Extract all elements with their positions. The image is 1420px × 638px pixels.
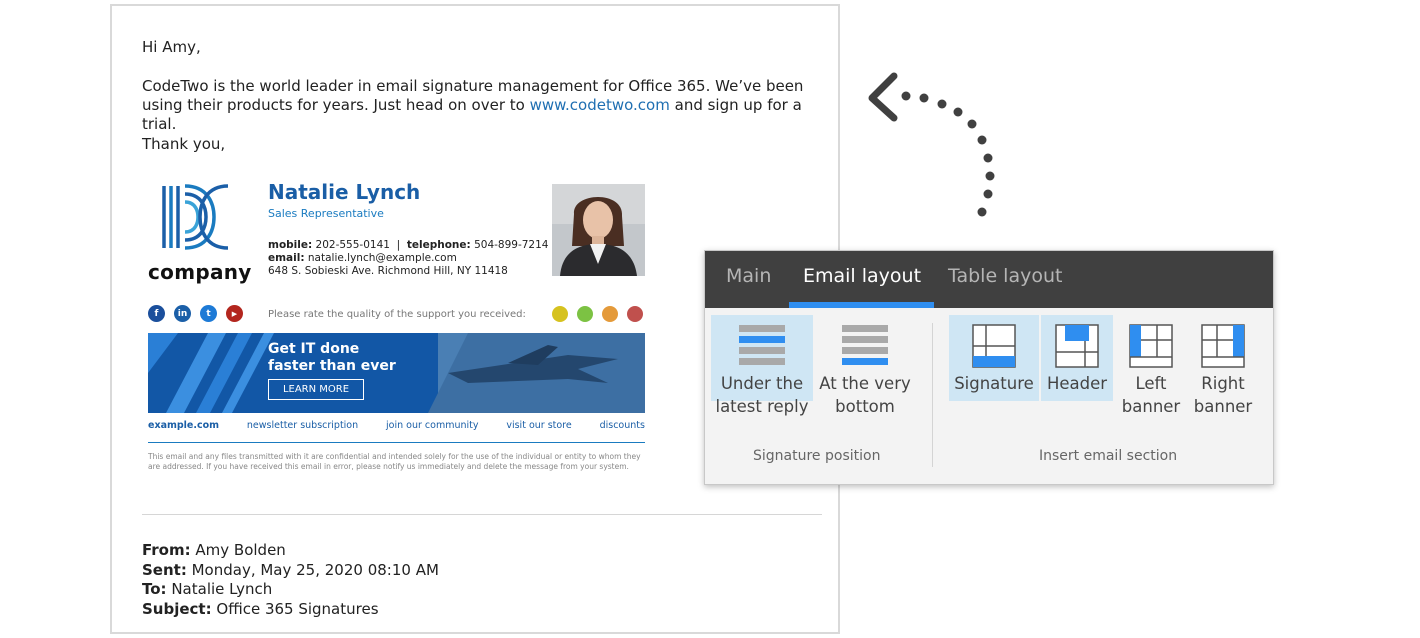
email-greeting: Hi Amy, [142,38,201,56]
company-logo-word: company [148,260,252,284]
twitter-icon[interactable]: t [200,305,217,322]
learn-more-button[interactable]: LEARN MORE [268,379,364,400]
insert-signature-button[interactable]: Signature [949,315,1039,401]
reply-separator [142,514,822,515]
banner-headline: Get IT done faster than ever [268,341,396,374]
bottom-position-icon [842,325,888,365]
email-closing: Thank you, [142,135,226,153]
signature-disclaimer: This email and any files transmitted wit… [148,452,641,471]
company-logo [148,182,248,258]
link-community[interactable]: join our community [386,420,478,431]
group-separator [932,323,933,467]
tab-email-layout[interactable]: Email layout [803,265,921,287]
link-discounts[interactable]: discounts [600,420,645,431]
insert-right-banner-button[interactable]: Right banner [1189,315,1257,416]
link-store[interactable]: visit our store [506,420,571,431]
insert-left-banner-button[interactable]: Left banner [1117,315,1185,416]
tab-main[interactable]: Main [726,265,771,287]
email-layout-ribbon: Main Email layout Table layout Under the… [704,250,1274,485]
insert-header-button[interactable]: Header [1041,315,1113,401]
very-bottom-button[interactable]: At the very bottom [817,315,913,416]
linkedin-icon[interactable]: in [174,305,191,322]
signature-title: Sales Representative [268,207,384,220]
happy-smiley-icon[interactable] [577,306,593,322]
rating-smileys [552,306,643,322]
sad-smiley-icon[interactable] [627,306,643,322]
signature-links: example.com newsletter subscription join… [148,420,645,431]
youtube-icon[interactable]: ▶ [226,305,243,322]
tab-table-layout[interactable]: Table layout [948,265,1062,287]
signature-contact: mobile: 202-555-0141 | telephone: 504-89… [268,239,549,277]
very-happy-smiley-icon[interactable] [552,306,568,322]
codetwo-link[interactable]: www.codetwo.com [530,96,670,114]
original-message-header: From: Amy Bolden Sent: Monday, May 25, 2… [142,541,439,618]
facebook-icon[interactable]: f [148,305,165,322]
active-tab-indicator [789,302,934,308]
signature-position-label: Signature position [753,448,881,464]
dotted-arrow-icon [868,72,995,217]
link-example-com[interactable]: example.com [148,420,219,431]
rate-support-text: Please rate the quality of the support y… [268,309,526,320]
insert-email-section-label: Insert email section [1039,448,1178,464]
signature-banner[interactable]: Get IT done faster than ever LEARN MORE [148,333,645,413]
under-reply-icon [739,325,785,365]
signature-section-icon [972,324,1016,368]
under-latest-reply-button[interactable]: Under the latest reply [711,315,813,416]
link-newsletter[interactable]: newsletter subscription [247,420,358,431]
social-icons: f in t ▶ [148,305,243,322]
neutral-smiley-icon[interactable] [602,306,618,322]
left-banner-icon [1129,324,1173,368]
signature-name: Natalie Lynch [268,180,421,204]
ribbon-tab-bar: Main Email layout Table layout [705,251,1273,308]
right-banner-icon [1201,324,1245,368]
email-paragraph: CodeTwo is the world leader in email sig… [142,77,804,133]
header-section-icon [1055,324,1099,368]
links-divider [148,442,645,443]
signature-photo [552,184,645,276]
